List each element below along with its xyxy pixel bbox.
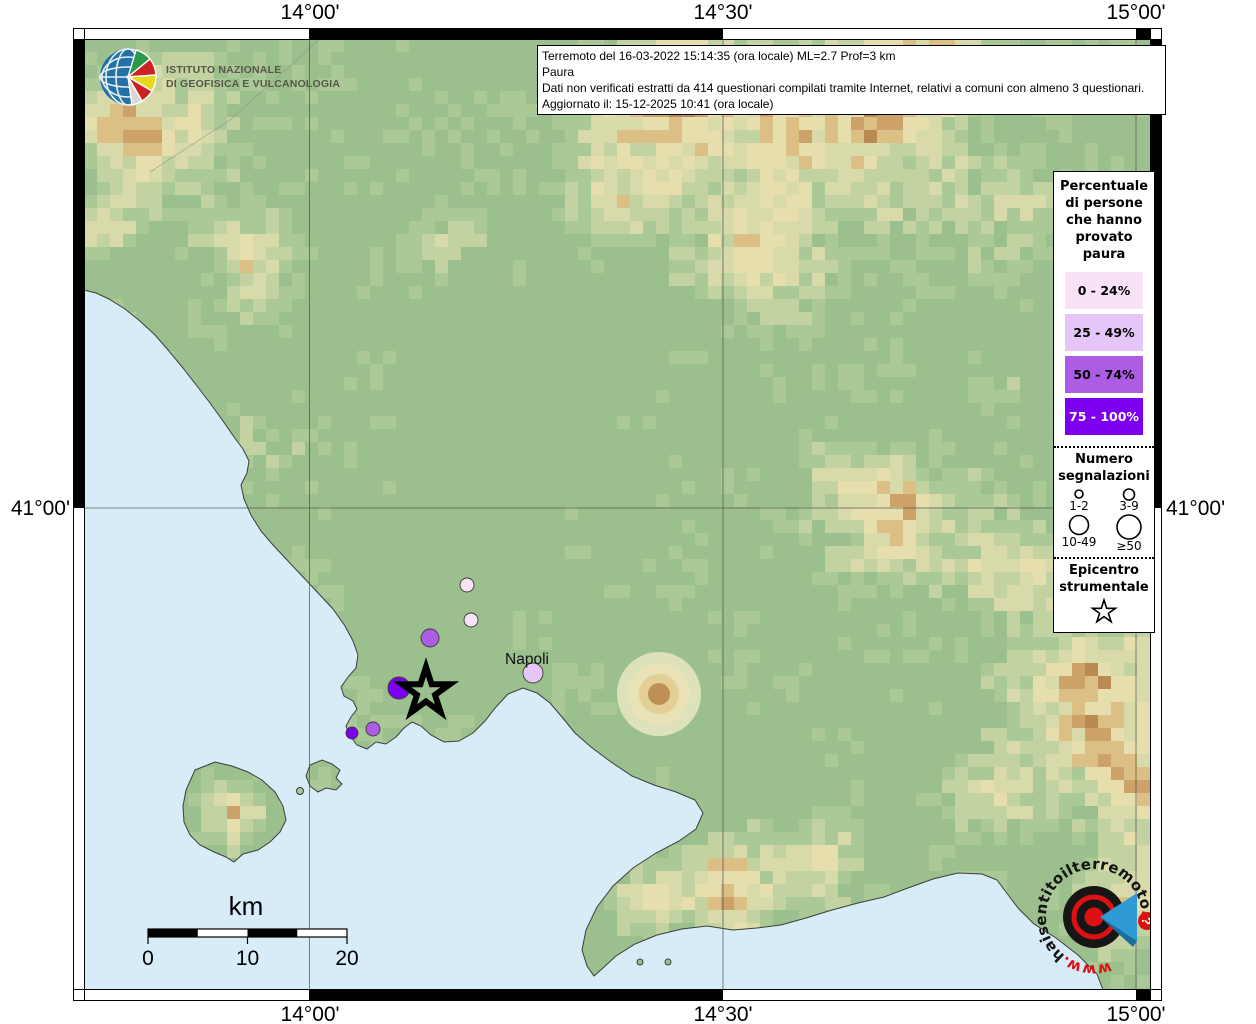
scale-bar-title: km [229, 891, 264, 921]
legend-swatch-25-49: 25 - 49% [1065, 314, 1143, 351]
lon-label-bottom-1500: 15°00' [1106, 1003, 1166, 1024]
lat-label-left-4100: 41°00' [10, 497, 70, 520]
event-note: Dati non verificati estratti da 414 ques… [542, 81, 1145, 95]
legend-counts-title: Numero segnalazioni [1058, 452, 1150, 484]
lon-label-top-1400: 14°00' [280, 1, 340, 24]
legend-box: Percentuale di persone che hanno provato… [1053, 171, 1155, 633]
legend-size-50plus: ≥50 [1104, 513, 1154, 553]
legend-size-3-9: 3-9 [1104, 487, 1154, 513]
lon-label-top-1430: 14°30' [693, 1, 753, 24]
legend-epicenter-star-icon [1054, 596, 1154, 632]
event-title: Terremoto del 16-03-2022 15:14:35 (ora l… [542, 49, 896, 63]
legend-swatch-50-74: 50 - 74% [1065, 356, 1143, 393]
lon-label-bottom-1430: 14°30' [693, 1003, 753, 1024]
scale-tick-10: 10 [236, 947, 259, 970]
legend-swatch-75-100: 75 - 100% [1065, 398, 1143, 435]
ingv-name-line2: DI GEOFISICA E VULCANOLOGIA [166, 78, 341, 90]
map-figure: km 0 10 20 Napoli www.haisentitoilterrem… [0, 0, 1256, 1024]
legend-size-1-2: 1-2 [1054, 487, 1104, 513]
legend-swatch-0-24: 0 - 24% [1065, 272, 1143, 309]
event-info-box: Terremoto del 16-03-2022 15:14:35 (ora l… [537, 45, 1166, 115]
lon-label-bottom-1400: 14°00' [280, 1003, 340, 1024]
vesuvius-relief [617, 652, 701, 736]
ingv-logo: ISTITUTO NAZIONALE DI GEOFISICA E VULCAN… [98, 47, 340, 107]
scale-tick-20: 20 [335, 947, 358, 970]
legend-epicenter-title: Epicentro strumentale [1059, 563, 1149, 595]
ingv-globe-icon [99, 48, 157, 106]
legend-count-sizes: 1-2 3-9 10-49 ≥50 [1054, 485, 1154, 557]
lon-label-top-1500: 15°00' [1106, 1, 1166, 24]
ingv-name-line1: ISTITUTO NAZIONALE [166, 64, 282, 76]
lat-label-right-4100: 41°00' [1166, 497, 1226, 520]
event-effect: Paura [542, 65, 575, 79]
legend-percent-swatches: 0 - 24% 25 - 49% 50 - 74% 75 - 100% [1054, 263, 1154, 446]
legend-size-10-49: 10-49 [1054, 513, 1104, 553]
legend-percent-title: Percentuale di persone che hanno provato… [1059, 179, 1149, 262]
city-label-napoli: Napoli [505, 651, 549, 668]
event-updated: Aggiornato il: 15-12-2025 10:41 (ora loc… [542, 97, 774, 111]
scale-tick-0: 0 [142, 947, 154, 970]
